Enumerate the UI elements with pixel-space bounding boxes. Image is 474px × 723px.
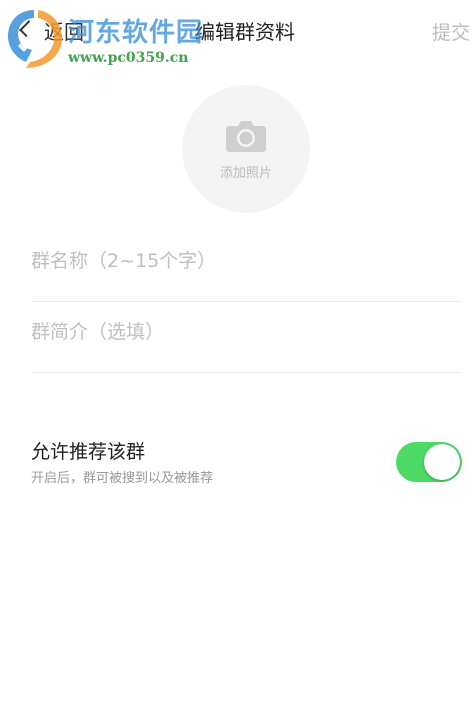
camera-icon xyxy=(226,121,266,152)
group-intro-field xyxy=(31,302,462,373)
edit-group-page: 返回 编辑群资料 提交 河东软件园 www.pc0359.cn 添加照片 允许推… xyxy=(0,0,474,723)
recommend-subtitle: 开启后，群可被搜到以及被推荐 xyxy=(31,471,214,486)
page-title: 编辑群资料 xyxy=(195,20,295,44)
group-name-input[interactable] xyxy=(31,231,462,291)
group-name-field xyxy=(31,231,462,302)
recommend-title: 允许推荐该群 xyxy=(31,441,146,463)
group-intro-input[interactable] xyxy=(31,302,462,362)
submit-button[interactable]: 提交 xyxy=(432,18,474,45)
navbar: 返回 编辑群资料 提交 xyxy=(0,0,474,62)
add-photo-button[interactable]: 添加照片 xyxy=(182,85,310,213)
recommend-setting: 允许推荐该群 开启后，群可被搜到以及被推荐 xyxy=(31,437,462,497)
add-photo-label: 添加照片 xyxy=(219,166,272,181)
toggle-knob xyxy=(424,444,460,480)
recommend-toggle[interactable] xyxy=(396,442,462,482)
